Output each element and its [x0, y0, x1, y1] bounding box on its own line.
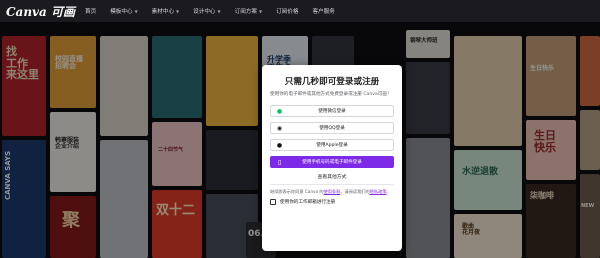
nav-materials-label: 素材中心 [151, 9, 175, 15]
chevron-down-icon: ▼ [258, 8, 263, 14]
terms-mid: 。请阅读我们的 [340, 188, 370, 194]
phone-icon: ▯ [277, 158, 282, 166]
terms-suffix: 。 [386, 188, 391, 194]
modal-description: 使用你的电子邮件或其他方式免费登录或注册 Canva可画！ [270, 92, 392, 97]
nav-plans-label: 订阅方案 [234, 9, 257, 15]
login-modal: 只需几秒即可登录或注册 使用你的电子邮件或其他方式免费登录或注册 Canva可画… [262, 65, 402, 251]
more-options-link[interactable]: 查看其他方式 [270, 173, 394, 180]
nav-home[interactable]: 首页 [85, 7, 96, 15]
nav-design-label: 设计中心 [193, 9, 216, 15]
wechat-login-button[interactable]: ● 使用微信登录 [270, 104, 394, 117]
qq-icon: ◉ [276, 124, 283, 132]
divider [270, 183, 394, 185]
chevron-down-icon: ▼ [217, 8, 221, 14]
nav-templates-label: 模板中心 [110, 9, 133, 15]
nav-plans[interactable]: 订阅方案 ▼ [234, 7, 263, 16]
nav-materials[interactable]: 素材中心 ▼ [151, 7, 180, 16]
work-email-signup-link[interactable]: 使用你的工作邮箱进行注册 [270, 198, 394, 205]
nav-home-label: 首页 [84, 9, 97, 15]
wechat-login-label: 使用微信登录 [318, 108, 346, 114]
apple-login-label: 使用Apple登录 [316, 142, 348, 148]
work-email-label: 使用你的工作邮箱进行注册 [280, 199, 336, 205]
apple-icon: ● [276, 141, 283, 149]
building-icon [270, 198, 276, 205]
nav-pricing[interactable]: 订阅价格 [276, 7, 298, 15]
nav-pricing-label: 订阅价格 [276, 9, 299, 15]
nav-support[interactable]: 客户服务 [312, 7, 334, 15]
chevron-down-icon: ▼ [134, 8, 138, 14]
qq-login-label: 使用QQ登录 [319, 125, 345, 131]
privacy-policy-link[interactable]: 隐私政策 [370, 189, 387, 194]
top-nav: Canva 可画 首页 模板中心 ▼ 素材中心 ▼ 设计中心 ▼ 订阅方案 ▼ 订阅价格… [0, 0, 600, 22]
terms-prefix: 继续即表示你同意 Canva 的 [270, 188, 324, 194]
chevron-down-icon: ▼ [176, 8, 180, 14]
qq-login-button[interactable]: ◉ 使用QQ登录 [270, 121, 394, 134]
apple-login-button[interactable]: ● 使用Apple登录 [270, 138, 394, 151]
wechat-icon: ● [276, 107, 283, 115]
modal-title: 只需几秒即可登录或注册 [284, 77, 380, 87]
phone-email-login-label: 使用手机号码或电子邮件登录 [302, 159, 362, 165]
phone-email-login-button[interactable]: ▯ 使用手机号码或电子邮件登录 [270, 155, 394, 168]
canva-logo[interactable]: Canva 可画 [6, 3, 75, 20]
terms-of-use-link[interactable]: 使用条款 [324, 189, 341, 194]
nav-support-label: 客户服务 [312, 9, 335, 15]
terms-text: 继续即表示你同意 Canva 的使用条款。请阅读我们的隐私政策。 [270, 189, 394, 195]
nav-templates[interactable]: 模板中心 ▼ [110, 7, 138, 16]
nav-design[interactable]: 设计中心 ▼ [193, 7, 221, 16]
